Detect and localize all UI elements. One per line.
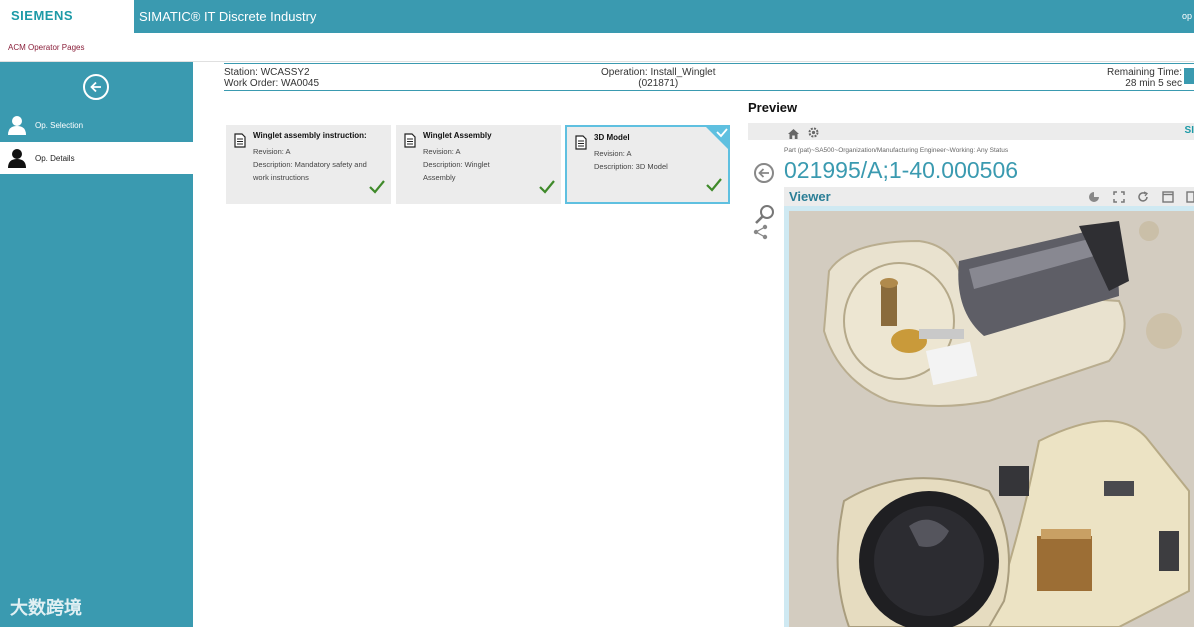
document-icon (404, 133, 416, 153)
document-icon (234, 133, 246, 153)
operation-label: Operation: Install_Winglet (601, 67, 716, 78)
gear-icon[interactable] (808, 125, 819, 143)
preview-title: Preview (748, 100, 798, 115)
sidebar-item-label: Op. Selection (35, 121, 84, 130)
card-revision: Revision: A (253, 147, 291, 156)
viewer-header: Viewer (784, 187, 1194, 206)
viewer-title: Viewer (789, 189, 831, 204)
operation-id: (021871) (638, 78, 679, 89)
remaining-time-value: 28 min 5 sec (1125, 78, 1182, 89)
share-icon[interactable] (753, 224, 769, 245)
viewer-image[interactable] (784, 206, 1194, 627)
page-subtitle: ACM Operator Pages (8, 43, 85, 52)
part-breadcrumb: Part (pat)~SA500~Organization/Manufactur… (784, 147, 1009, 154)
station-label: Station: WCASSY2 (224, 67, 310, 78)
sidebar-item-op-selection[interactable]: Op. Selection (0, 109, 193, 141)
arrow-left-icon (758, 168, 769, 178)
watermark-logo: 大数跨境 (10, 598, 82, 618)
document-card-selected[interactable]: 3D Model Revision: A Description: 3D Mod… (565, 125, 730, 204)
checkmark-icon (706, 178, 722, 197)
top-bar: SIEMENS SIMATIC® IT Discrete Industry op (0, 0, 1194, 33)
page-subtitle-bar: ACM Operator Pages (0, 33, 1194, 62)
card-title: Winglet Assembly (423, 131, 492, 140)
motor-photo-image (789, 211, 1194, 627)
siemens-logo: SIEMENS (0, 0, 134, 33)
part-id: 021995/A;1-40.000506 (784, 157, 1019, 183)
back-button[interactable] (83, 74, 109, 100)
sidebar-item-label: Op. Details (35, 154, 75, 163)
card-revision: Revision: A (423, 147, 461, 156)
sidebar-item-op-details[interactable]: Op. Details (0, 142, 193, 174)
document-card[interactable]: Winglet Assembly Revision: A Description… (396, 125, 561, 204)
card-description: Description: Mandatory safety and work i… (253, 160, 367, 182)
card-revision: Revision: A (594, 149, 632, 158)
remaining-time-info: Remaining Time: 28 min 5 sec (1107, 67, 1182, 89)
user-icon (8, 148, 26, 173)
sidebar: Op. Selection Op. Details 大数跨境 (0, 62, 193, 627)
document-icon (575, 135, 587, 155)
selected-corner-icon (704, 125, 730, 151)
arrow-left-icon (90, 81, 101, 93)
card-title: Winglet assembly instruction: (253, 131, 367, 140)
operation-header: Station: WCASSY2 Work Order: WA0045 Oper… (224, 63, 1194, 91)
app-title: SIMATIC® IT Discrete Industry (139, 9, 317, 24)
logo-text: SIEMENS (11, 8, 74, 23)
user-menu[interactable]: op (1182, 11, 1192, 21)
preview-toolbar: SI (748, 123, 1194, 140)
remaining-time-label: Remaining Time: (1106, 67, 1182, 78)
user-icon (8, 115, 26, 140)
preview-back-button[interactable] (754, 163, 774, 183)
checkmark-icon (369, 180, 385, 199)
checkmark-icon (539, 180, 555, 199)
siemens-brand-fragment: SI (1184, 125, 1194, 136)
card-description: Description: Winglet Assembly (423, 160, 490, 182)
document-card[interactable]: Winglet assembly instruction: Revision: … (226, 125, 391, 204)
home-icon[interactable] (788, 126, 799, 144)
station-info: Station: WCASSY2 Work Order: WA0045 (224, 67, 319, 89)
operation-info: Operation: Install_Winglet (021871) (601, 67, 716, 89)
work-order-label: Work Order: WA0045 (224, 78, 320, 89)
card-description: Description: 3D Model (594, 162, 668, 171)
panel-toggle[interactable] (1184, 68, 1194, 84)
